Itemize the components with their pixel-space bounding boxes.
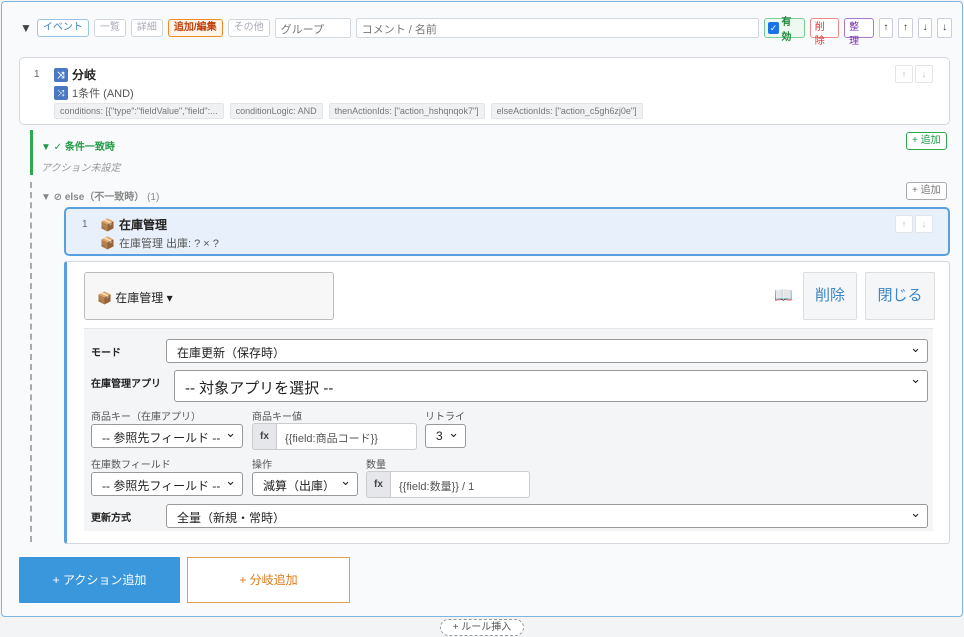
mode-label: モード xyxy=(91,348,121,359)
action-editor: 📦 在庫管理 ▾ 📖 削除 閉じる モード 在庫更新（保存時） 在庫管理アプリ … xyxy=(64,261,950,544)
tag-event[interactable]: イベント xyxy=(36,19,89,37)
add-branch-button[interactable]: + 分岐追加 xyxy=(187,557,350,603)
product-key-value-field: fx {{field:商品コード}} xyxy=(252,423,417,450)
branch-condition-count: 1条件 (AND) xyxy=(72,88,134,100)
branch-up-button[interactable]: ↑ xyxy=(895,65,913,83)
stock-app-label: 在庫管理アプリ xyxy=(91,379,161,390)
action-delete-button[interactable]: 削除 xyxy=(803,272,857,320)
tag-other[interactable]: その他 xyxy=(227,19,270,37)
comment-input[interactable]: コメント / 名前 xyxy=(355,18,759,38)
action-item-selected[interactable]: 1 📦 在庫管理 📦 在庫管理 出庫: ? × ? ↑ ↓ xyxy=(64,207,950,256)
chip-then-action-ids: thenActionIds: ["action_hshqnqok7"] xyxy=(328,103,485,119)
shuffle-icon: ⤨ xyxy=(54,67,68,82)
add-action-button[interactable]: + アクション追加 xyxy=(19,557,180,603)
rule-delete-button[interactable]: 削除 xyxy=(809,18,840,47)
branch-chips: conditions: [{"type":"fieldValue","field… xyxy=(54,103,643,119)
rule-card: ▼ イベント 一覧 詳細 追加/編集 その他 グループ コメント / 名前 ✓ … xyxy=(1,1,963,617)
tag-list[interactable]: 一覧 xyxy=(93,19,126,37)
action-move-controls: ↑ ↓ xyxy=(895,215,933,233)
action-form: モード 在庫更新（保存時） 在庫管理アプリ -- 対象アプリを選択 -- 商品キ… xyxy=(84,328,933,531)
product-key-value-label: 商品キー値 xyxy=(252,412,302,423)
no-action-text: アクション未設定 xyxy=(41,163,121,174)
branch-index: 1 xyxy=(34,69,40,80)
else-branch-title[interactable]: ▼ ⊘ else（不一致時） (1) xyxy=(41,188,159,203)
true-add-button[interactable]: + 追加 xyxy=(906,132,947,150)
else-add-button[interactable]: + 追加 xyxy=(906,182,947,200)
else-branch-title-text: ▼ ⊘ else（不一致時） xyxy=(41,192,145,203)
editor-close-button[interactable]: 閉じる xyxy=(865,272,935,320)
package-icon: 📦 xyxy=(100,217,115,232)
collapse-caret-icon[interactable]: ▼ xyxy=(20,21,32,35)
action-title: 📦 在庫管理 xyxy=(100,216,167,233)
group-input[interactable]: グループ xyxy=(274,18,351,38)
action-subtitle-text: 在庫管理 出庫: ? × ? xyxy=(118,238,219,250)
action-up-button[interactable]: ↑ xyxy=(895,215,913,233)
stock-field-select[interactable]: -- 参照先フィールド -- xyxy=(91,472,243,496)
branch-item[interactable]: 1 ⤨ 分岐 ⤨ 1条件 (AND) conditions: [{"type":… xyxy=(19,57,950,125)
tag-detail[interactable]: 詳細 xyxy=(130,19,163,37)
action-index: 1 xyxy=(82,219,88,230)
move-down-button[interactable]: ↓ xyxy=(917,18,933,38)
fx-button[interactable]: fx xyxy=(252,423,277,450)
branch-title: ⤨ 分岐 xyxy=(54,66,96,83)
else-branch-count: (1) xyxy=(147,192,160,203)
branch-down-button[interactable]: ↓ xyxy=(915,65,933,83)
chip-condition-logic: conditionLogic: AND xyxy=(229,103,323,119)
book-icon[interactable]: 📖 xyxy=(774,286,793,304)
organize-button[interactable]: 整理 xyxy=(844,18,874,47)
rule-insert-button[interactable]: + ルール挿入 xyxy=(440,619,524,636)
retry-label: リトライ xyxy=(425,412,465,423)
move-bottom-button[interactable]: ↓ xyxy=(937,18,952,38)
product-key-value-input[interactable]: {{field:商品コード}} xyxy=(277,423,417,450)
branch-subtitle: ⤨ 1条件 (AND) xyxy=(54,85,134,101)
enabled-label: 有効 xyxy=(781,17,792,43)
product-key-select[interactable]: -- 参照先フィールド -- xyxy=(91,424,243,448)
product-key-label: 商品キー（在庫アプリ） xyxy=(91,412,201,423)
mode-select[interactable]: 在庫更新（保存時） xyxy=(166,339,928,363)
shuffle-icon: ⤨ xyxy=(54,86,68,100)
retry-select[interactable]: 3 xyxy=(425,424,466,448)
operation-label: 操作 xyxy=(252,460,272,471)
stock-app-select[interactable]: -- 対象アプリを選択 -- xyxy=(174,370,928,402)
rule-toolbar: ▼ イベント 一覧 詳細 追加/編集 その他 グループ コメント / 名前 ✓ … xyxy=(20,17,952,47)
move-top-button[interactable]: ↑ xyxy=(878,18,894,38)
action-type-dropdown[interactable]: 📦 在庫管理 ▾ xyxy=(84,272,334,320)
quantity-label: 数量 xyxy=(366,460,386,471)
quantity-input[interactable]: {{field:数量}} / 1 xyxy=(391,471,530,498)
branch-move-controls: ↑ ↓ xyxy=(895,65,933,83)
fx-button[interactable]: fx xyxy=(366,471,391,498)
update-method-select[interactable]: 全量（新規・常時） xyxy=(166,504,928,528)
operation-select[interactable]: 減算（出庫） xyxy=(252,472,358,496)
checkbox-checked-icon[interactable]: ✓ xyxy=(767,22,780,34)
action-title-text: 在庫管理 xyxy=(118,218,167,232)
tag-add-edit[interactable]: 追加/編集 xyxy=(167,19,223,37)
action-subtitle: 📦 在庫管理 出庫: ? × ? xyxy=(100,235,219,251)
chip-conditions: conditions: [{"type":"fieldValue","field… xyxy=(54,103,224,119)
action-down-button[interactable]: ↓ xyxy=(915,215,933,233)
quantity-field: fx {{field:数量}} / 1 xyxy=(366,471,530,498)
move-up-button[interactable]: ↑ xyxy=(898,18,913,38)
update-method-label: 更新方式 xyxy=(91,513,131,524)
else-branch-line xyxy=(30,182,32,542)
branch-title-text: 分岐 xyxy=(72,68,97,82)
package-icon: 📦 xyxy=(100,236,115,250)
stock-field-label: 在庫数フィールド xyxy=(91,460,171,471)
true-branch-bar xyxy=(30,130,33,175)
chip-else-action-ids: elseActionIds: ["action_c5gh6zj0e"] xyxy=(490,103,643,119)
enabled-toggle[interactable]: ✓ 有効 xyxy=(763,17,805,43)
true-branch-title[interactable]: ▼ ✓ 条件一致時 xyxy=(41,138,115,153)
